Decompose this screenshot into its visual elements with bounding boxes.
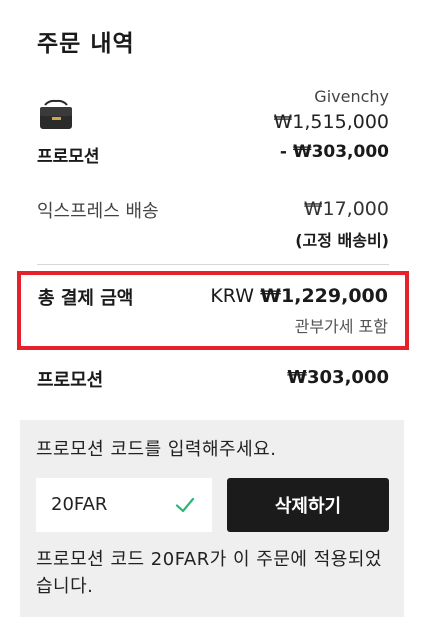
shipping-cost: ₩17,000	[303, 198, 389, 220]
promo-code-panel: 프로모션 코드를 입력해주세요. 20FAR 삭제하기 프로모션 코드 20FA…	[20, 420, 404, 617]
total-highlight-box: 총 결제 금액 KRW ₩1,229,000 관부가세 포함	[17, 271, 409, 350]
total-value: ₩1,229,000	[260, 285, 388, 307]
item-brand: Givenchy	[314, 87, 389, 106]
promotion-discount: - ₩303,000	[279, 142, 389, 162]
total-label: 총 결제 금액	[38, 288, 134, 309]
promotion-label: 프로모션	[37, 147, 100, 167]
shipping-note: (고정 배송비)	[295, 231, 389, 250]
total-amount: KRW ₩1,229,000	[210, 285, 388, 307]
divider	[37, 264, 389, 265]
promo-applied-message: 프로모션 코드 20FAR가 이 주문에 적용되었습니다.	[36, 549, 382, 597]
total-currency: KRW	[210, 285, 255, 307]
page-title: 주문 내역	[37, 31, 135, 57]
promo-code-input[interactable]: 20FAR	[36, 478, 212, 532]
checkmark-icon	[174, 494, 196, 516]
promo-code-prompt: 프로모션 코드를 입력해주세요.	[36, 439, 277, 460]
delete-promo-button[interactable]: 삭제하기	[227, 478, 389, 532]
shipping-label: 익스프레스 배송	[37, 201, 159, 222]
total-vat-note: 관부가세 포함	[294, 317, 388, 336]
promotion-summary-label: 프로모션	[37, 370, 104, 391]
promotion-summary-amount: ₩303,000	[287, 367, 389, 388]
handbag-icon[interactable]	[37, 99, 75, 131]
promo-code-value[interactable]: 20FAR	[51, 494, 107, 515]
item-price: ₩1,515,000	[273, 111, 389, 133]
